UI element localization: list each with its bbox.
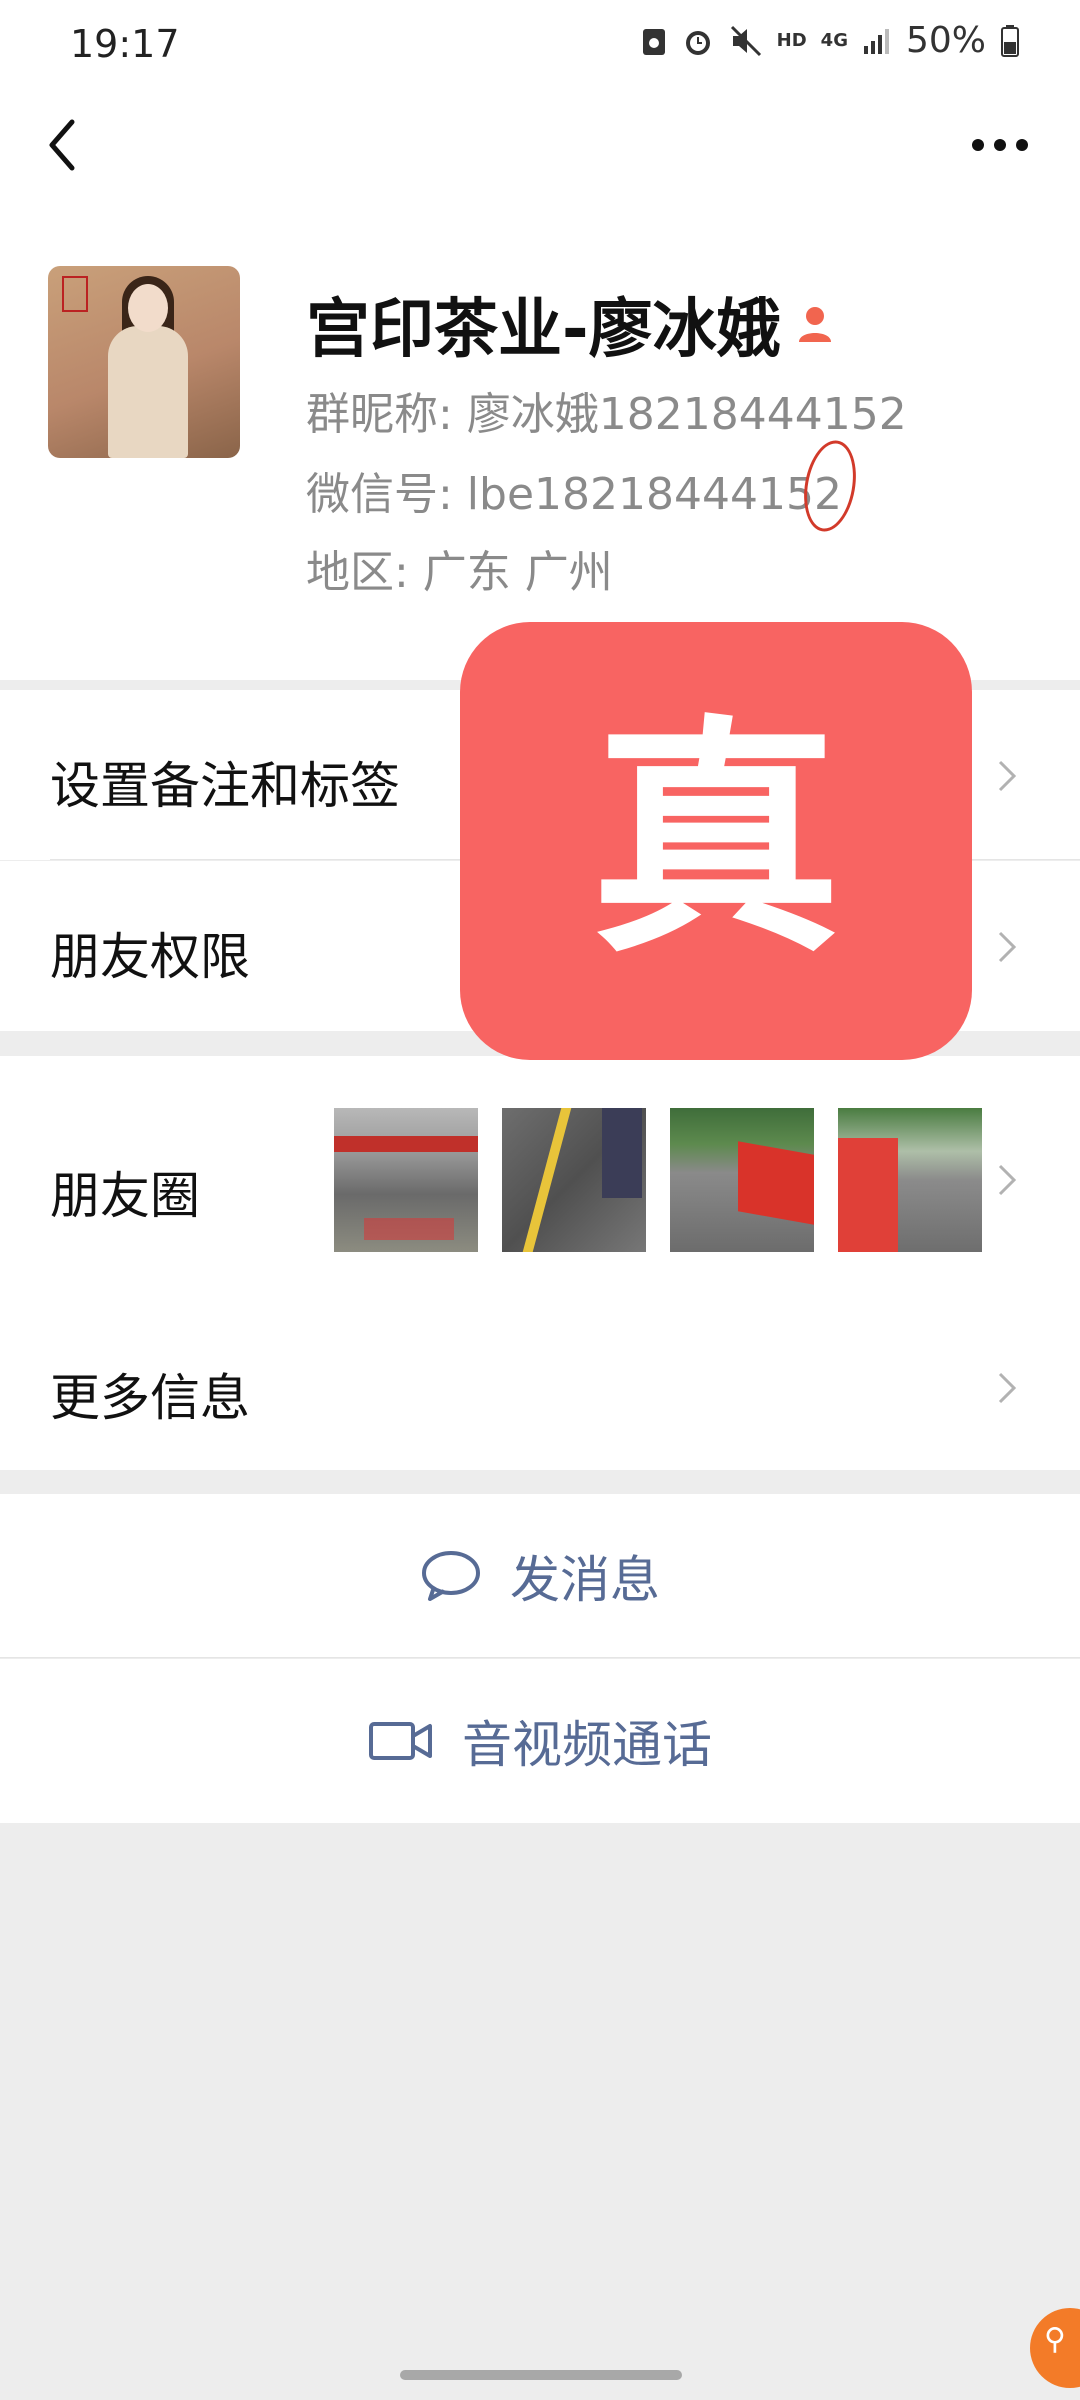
chevron-right-icon (998, 1164, 1017, 1196)
video-camera-icon (369, 1722, 432, 1760)
divider (0, 1657, 1080, 1658)
moments-thumbnail (334, 1108, 478, 1252)
moments-thumbnail (838, 1108, 982, 1252)
link-icon: ⚲ (1044, 2322, 1066, 2357)
female-user-icon (798, 307, 831, 342)
mute-icon (730, 25, 761, 56)
remark-tags-label: 设置备注和标签 (50, 757, 400, 815)
status-time: 19:17 (70, 22, 180, 66)
floating-assist-button[interactable]: ⚲ (1030, 2308, 1080, 2388)
chat-bubble-icon (422, 1551, 480, 1601)
send-message-label: 发消息 (510, 1551, 660, 1609)
wechat-id[interactable]: 微信号: lbe18218444152 (306, 458, 842, 522)
moments-label: 朋友圈 (50, 1167, 200, 1225)
status-bar: 19:17 HD 4G 50% (0, 0, 1080, 90)
ellipsis-icon[interactable] (960, 120, 1040, 170)
profile-header: 宫印茶业-廖冰娥 群昵称: 廖冰娥18218444152 微信号: lbe182… (0, 200, 1080, 680)
moments-thumbnail (670, 1108, 814, 1252)
video-call-label: 音视频通话 (462, 1716, 712, 1774)
chevron-right-icon (998, 760, 1017, 792)
nav-bar (0, 90, 1080, 200)
avatar-stamp-mark (62, 276, 88, 312)
more-info-row[interactable]: 更多信息 (0, 1306, 1080, 1470)
screenshot-icon (642, 28, 665, 55)
authenticity-stamp: 真 (460, 622, 972, 1060)
status-icons: HD 4G 50% (641, 20, 1020, 61)
chevron-right-icon (998, 931, 1017, 963)
friend-permissions-label: 朋友权限 (50, 928, 250, 986)
chevron-right-icon (998, 1372, 1017, 1404)
avatar[interactable] (48, 266, 240, 458)
group-nickname: 群昵称: 廖冰娥18218444152 (306, 389, 907, 440)
moments-thumbnail (502, 1108, 646, 1252)
home-indicator[interactable] (400, 2370, 682, 2380)
authenticity-stamp-text: 真 (591, 695, 841, 986)
video-call-button[interactable]: 音视频通话 (0, 1659, 1080, 1823)
name-row: 宫印茶业-廖冰娥 (306, 278, 837, 370)
region: 地区: 广东 广州 (306, 547, 613, 598)
profile-name: 宫印茶业-廖冰娥 (306, 293, 781, 367)
moments-row[interactable]: 朋友圈 (0, 1056, 1080, 1306)
4g-icon: 4G (820, 30, 848, 51)
more-info-label: 更多信息 (50, 1369, 250, 1427)
chevron-left-icon[interactable] (34, 110, 94, 180)
moments-thumbnails (334, 1108, 982, 1252)
signal-icon (863, 28, 889, 54)
send-message-button[interactable]: 发消息 (0, 1494, 1080, 1658)
hd-icon: HD (776, 30, 807, 51)
battery-percent: 50% (905, 20, 986, 61)
battery-icon (1001, 24, 1019, 57)
alarm-icon (685, 30, 710, 55)
